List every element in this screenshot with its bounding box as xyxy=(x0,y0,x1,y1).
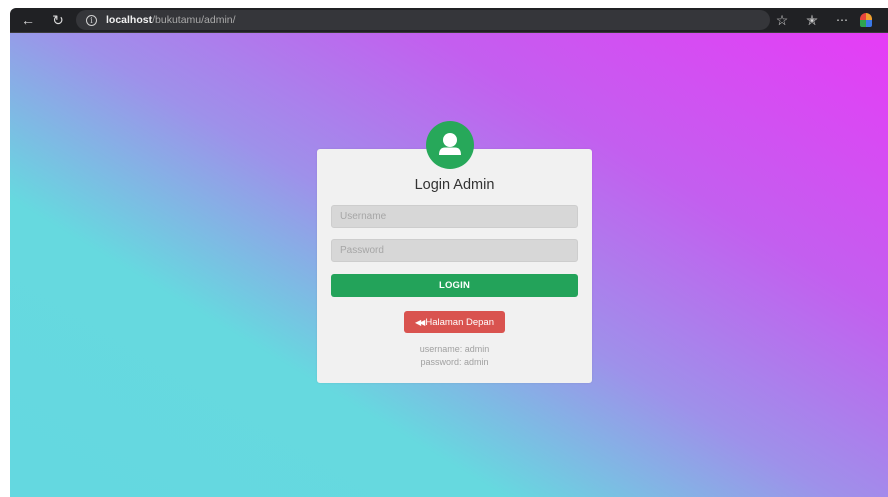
more-icon[interactable]: ⋯ xyxy=(832,10,852,30)
url-host: localhost xyxy=(106,14,153,26)
home-page-button[interactable]: ◀◀ Halaman Depan xyxy=(404,311,505,333)
password-hint: password: admin xyxy=(420,357,489,367)
username-hint: username: admin xyxy=(419,344,490,354)
user-icon xyxy=(426,121,474,169)
profile-icon[interactable] xyxy=(860,13,872,27)
star-icon[interactable]: ☆ xyxy=(772,10,792,30)
screen: ← ↻ i localhost /bukutamu/admin/ ☆ ✭ ⋯ L… xyxy=(0,0,888,497)
login-button[interactable]: LOGIN xyxy=(331,274,578,297)
address-bar[interactable]: i localhost /bukutamu/admin/ xyxy=(76,10,770,30)
refresh-icon[interactable]: ↻ xyxy=(48,10,68,30)
page-viewport: Login Admin LOGIN ◀◀ Halaman Depan usern… xyxy=(10,32,888,497)
info-icon[interactable]: i xyxy=(86,14,97,26)
fast-backward-icon: ◀◀ xyxy=(415,317,425,327)
home-page-label: Halaman Depan xyxy=(425,316,494,328)
url-path: /bukutamu/admin/ xyxy=(152,14,236,26)
back-arrow-icon[interactable]: ← xyxy=(18,10,38,30)
username-input[interactable] xyxy=(331,205,578,228)
favorites-icon[interactable]: ✭ xyxy=(802,10,822,30)
browser-toolbar: ← ↻ i localhost /bukutamu/admin/ ☆ ✭ ⋯ xyxy=(10,8,888,32)
login-card: Login Admin LOGIN ◀◀ Halaman Depan usern… xyxy=(317,121,592,383)
password-input[interactable] xyxy=(331,239,578,262)
login-title: Login Admin xyxy=(414,177,495,193)
